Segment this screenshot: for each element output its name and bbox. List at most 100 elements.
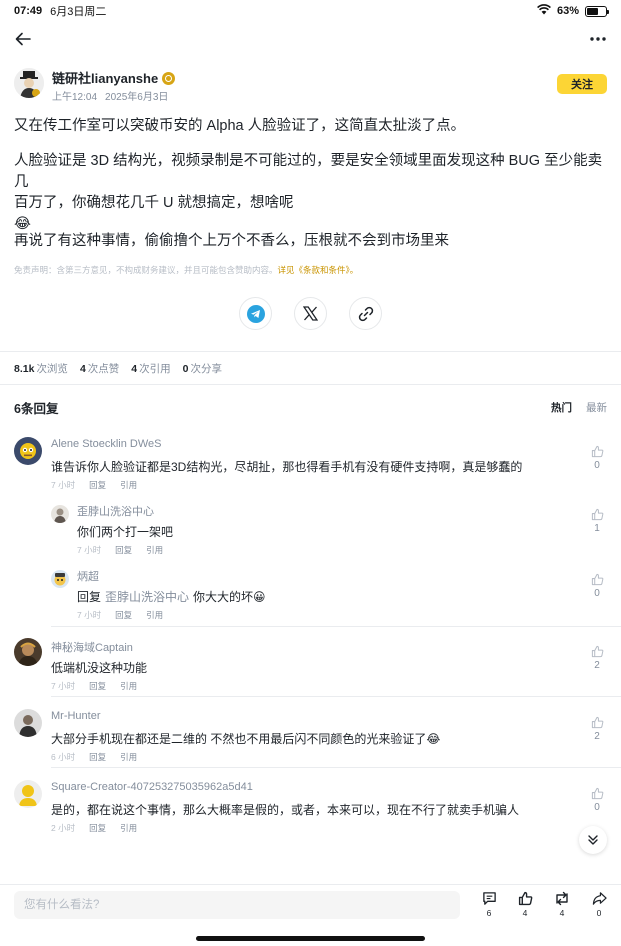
comment-text: 大部分手机现在都还是二维的 不然也不用最后闪不同颜色的光来验证了😂	[51, 732, 441, 746]
comment-like-count: 2	[594, 731, 600, 742]
post-paragraph-2-line-2: 百万了，你确想花几千 U 就想搞定，想啥呢	[14, 195, 294, 211]
sort-new-tab[interactable]: 最新	[586, 400, 607, 415]
comment-quote-button[interactable]: 引用	[146, 544, 163, 556]
comment-quote-button[interactable]: 引用	[120, 751, 137, 763]
comment-actions: 7 小时 回复 引用	[51, 680, 137, 692]
comment-actions: 6 小时 回复 引用	[51, 751, 137, 763]
nested-comment-item: 炳超 回复 歪脖山洗浴中心 你大大的坏😀 7 小时 回复 引用 0	[51, 567, 607, 623]
post-author: 链研社lianyanshe 上午12:04 2025年6月3日 关注	[14, 66, 607, 106]
x-logo-icon	[303, 306, 318, 321]
comment-actions: 7 小时 回复 引用	[77, 609, 163, 621]
status-date: 6月3日周二	[50, 6, 107, 18]
top-nav	[0, 28, 621, 52]
repost-button[interactable]: 4	[550, 891, 574, 918]
likes-stat[interactable]: 4 次点赞	[80, 361, 119, 376]
share-button[interactable]: 0	[587, 891, 611, 918]
comment-quote-button[interactable]: 引用	[120, 680, 137, 692]
sort-hot-tab[interactable]: 热门	[551, 400, 572, 415]
replies-header: 6条回复 热门 最新	[14, 398, 607, 418]
comment-quote-button[interactable]: 引用	[120, 822, 137, 834]
comment-reply-button[interactable]: 回复	[115, 609, 132, 621]
commenter-name[interactable]: Mr-Hunter	[51, 710, 101, 722]
comment-reply-button[interactable]: 回复	[115, 544, 132, 556]
comment-quote-button[interactable]: 引用	[146, 609, 163, 621]
copy-link-button[interactable]	[349, 297, 382, 330]
wifi-icon	[537, 4, 551, 18]
arrow-left-icon	[15, 32, 31, 46]
comment-text: 是的，都在说这个事情，那么大概率是假的，或者，本来可以，现在不行了就卖手机骗人	[51, 803, 520, 817]
comment-item: Mr-Hunter 大部分手机现在都还是二维的 不然也不用最后闪不同颜色的光来验…	[14, 709, 607, 769]
commenter-name[interactable]: Square-Creator-407253275035962a5d41	[51, 781, 253, 793]
commenter-name[interactable]: 神秘海域Captain	[51, 639, 133, 655]
comment-actions: 2 小时 回复 引用	[51, 822, 137, 834]
commenter-name[interactable]: Alene Stoecklin DWeS	[51, 438, 161, 450]
comment-like[interactable]: 0	[587, 573, 607, 599]
comment-quote-button[interactable]: 引用	[120, 479, 137, 491]
commenter-name[interactable]: 歪脖山洗浴中心	[77, 503, 154, 519]
share-arrow-icon	[592, 892, 607, 905]
battery-percent: 63%	[556, 5, 579, 17]
comments-button[interactable]: 6	[477, 891, 501, 918]
divider	[51, 696, 621, 697]
share-x-button[interactable]	[294, 297, 327, 330]
divider	[51, 626, 621, 627]
share-telegram-button[interactable]	[239, 297, 272, 330]
views-stat: 8.1k 次浏览	[14, 363, 68, 375]
author-name[interactable]: 链研社lianyanshe	[52, 68, 176, 87]
scroll-to-bottom-button[interactable]	[579, 826, 607, 854]
post-paragraph-3: 再说了有这种事情，偷偷撸个上万个不香么，压根就不会到市场里来	[14, 233, 449, 249]
comment-like[interactable]: 2	[587, 645, 607, 671]
comment-text: 回复 歪脖山洗浴中心 你大大的坏😀	[77, 588, 266, 605]
thumbs-up-icon	[591, 645, 603, 658]
comment-reply-button[interactable]: 回复	[89, 751, 106, 763]
commenter-avatar[interactable]	[51, 505, 69, 523]
nested-comment-item: 歪脖山洗浴中心 你们两个打一架吧 7 小时 回复 引用 1	[51, 502, 607, 558]
comment-text: 低端机没这种功能	[51, 661, 148, 675]
commenter-avatar[interactable]	[14, 780, 42, 808]
commenter-avatar[interactable]	[51, 570, 69, 588]
thumbs-up-icon	[591, 508, 603, 521]
comment-like[interactable]: 1	[587, 508, 607, 534]
comment-text: 谁告诉你人脸验证都是3D结构光，尽胡扯，那也得看手机有没有硬件支持啊，真是够蠢的	[51, 460, 523, 474]
post-paragraph-2-line-1: 人脸验证是 3D 结构光，视频录制是不可能过的，要是安全领域里面发现这种 BUG…	[14, 153, 603, 190]
reply-target-user[interactable]: 歪脖山洗浴中心	[105, 590, 189, 604]
comment-text: 你们两个打一架吧	[77, 525, 174, 539]
verified-badge-icon	[162, 72, 176, 85]
commenter-avatar[interactable]	[14, 709, 42, 737]
back-button[interactable]	[12, 28, 34, 50]
shares-count: 0	[596, 908, 602, 918]
status-bar: 07:49 6月3日周二 63%	[0, 0, 621, 22]
author-avatar[interactable]	[14, 68, 44, 98]
comment-reply-button[interactable]: 回复	[89, 680, 106, 692]
reply-input[interactable]	[14, 891, 460, 919]
comment-like-count: 0	[594, 802, 600, 813]
status-right: 63%	[537, 4, 609, 18]
more-button[interactable]	[587, 28, 609, 50]
quotes-stat[interactable]: 4 次引用	[131, 361, 170, 376]
comment-like[interactable]: 0	[587, 787, 607, 813]
like-button[interactable]: 4	[513, 891, 537, 918]
thumbs-up-icon	[591, 573, 603, 586]
status-time: 07:49	[14, 5, 43, 17]
battery-icon	[585, 5, 609, 17]
disclaimer: 免责声明：含第三方意见，不构成财务建议，并且可能包含赞助内容。详见《条款和条件》…	[14, 264, 358, 276]
commenter-avatar[interactable]	[14, 638, 42, 666]
commenter-name[interactable]: 炳超	[77, 568, 99, 584]
thumbs-up-icon	[591, 787, 603, 800]
share-row	[0, 297, 621, 330]
reply-prefix: 回复	[77, 590, 102, 604]
comment-like[interactable]: 2	[587, 716, 607, 742]
double-chevron-down-icon	[588, 835, 598, 845]
comment-reply-button[interactable]: 回复	[89, 822, 106, 834]
comment-time: 7 小时	[51, 480, 76, 490]
commenter-avatar[interactable]	[14, 437, 42, 465]
thumbs-up-icon	[518, 891, 532, 906]
follow-button[interactable]: 关注	[557, 74, 607, 94]
replies-title: 6条回复	[14, 402, 59, 416]
terms-link[interactable]: 详见《条款和条件》。	[278, 265, 359, 275]
comment-actions: 7 小时 回复 引用	[51, 479, 137, 491]
comment-like[interactable]: 0	[587, 445, 607, 471]
comment-reply-button[interactable]: 回复	[89, 479, 106, 491]
comment-like-count: 1	[594, 523, 600, 534]
comment-item: Alene Stoecklin DWeS 谁告诉你人脸验证都是3D结构光，尽胡扯…	[14, 437, 607, 497]
